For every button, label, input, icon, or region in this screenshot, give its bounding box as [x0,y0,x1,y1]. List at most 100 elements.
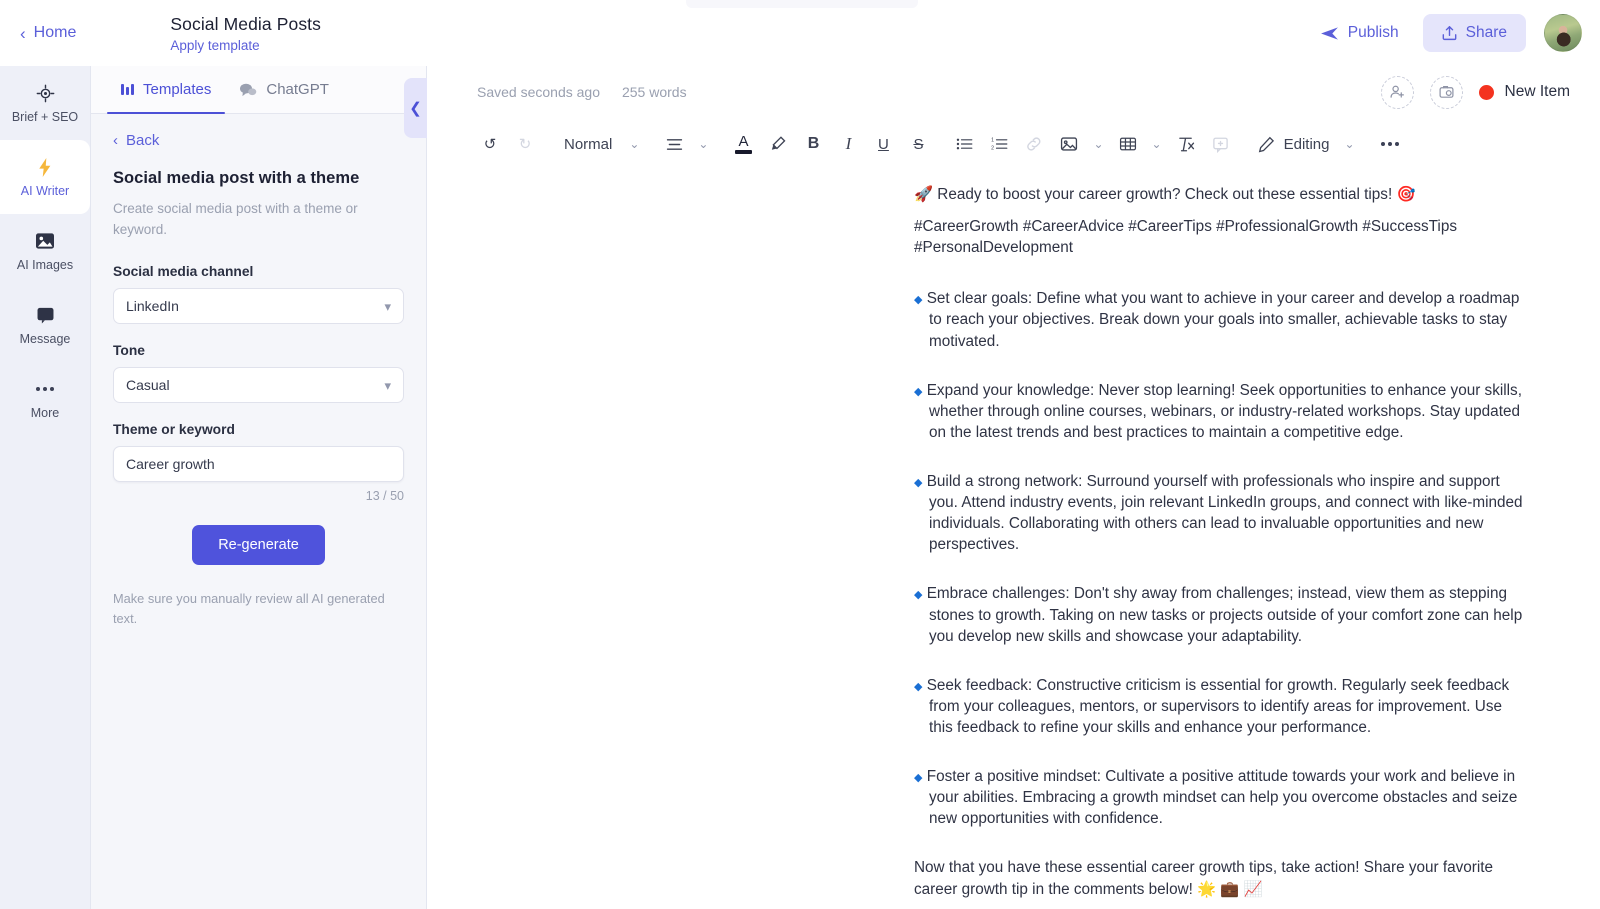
align-button[interactable] [657,127,691,161]
saved-status: Saved seconds ago [477,84,600,100]
text-color-button[interactable]: A [726,127,760,161]
image-chevron[interactable]: ⌄ [1087,127,1109,161]
underline-button[interactable]: U [866,127,900,161]
highlighter-icon [769,135,787,153]
text-style-select[interactable]: Normal [554,127,622,161]
rail-item-message[interactable]: Message [0,288,90,362]
add-person-icon [1389,84,1406,100]
send-icon [1320,26,1339,41]
doc-bullet: ◆ Seek feedback: Constructive criticism … [914,675,1525,738]
rail-label: AI Images [17,259,73,272]
insert-image-button[interactable] [1052,127,1086,161]
svg-text:1: 1 [991,138,994,144]
link-button[interactable] [1017,127,1051,161]
field-label: Social media channel [113,264,404,279]
theme-keyword-input[interactable]: Career growth [113,446,404,482]
bullet-marker: ◆ [914,772,922,784]
rail-item-ai-images[interactable]: AI Images [0,214,90,288]
publish-button[interactable]: Publish [1314,18,1405,48]
doc-bullet: ◆ Foster a positive mindset: Cultivate a… [914,766,1525,829]
social-channel-select[interactable]: LinkedIn ▾ [113,288,404,324]
editing-label: Editing [1284,136,1330,153]
bold-button[interactable]: B [796,127,830,161]
add-person-button[interactable] [1381,76,1414,109]
new-item-button[interactable]: New Item [1479,83,1570,101]
template-panel: Templates ChatGPT ❮ ‹ Back [91,66,427,909]
more-options-button[interactable] [1373,127,1407,161]
doc-bullet-text: Expand your knowledge: Never stop learni… [927,382,1522,441]
editor-toolbar: ↺ ↻ Normal ⌄ ⌄ A [427,118,1600,170]
add-image-button[interactable] [1430,76,1463,109]
chevron-left-icon: ❮ [409,99,422,117]
field-label: Tone [113,343,404,358]
insert-table-button[interactable] [1111,127,1145,161]
align-chevron[interactable]: ⌄ [692,127,714,161]
select-value: LinkedIn [126,298,179,314]
editing-chevron[interactable]: ⌄ [1338,127,1360,161]
apply-template-link[interactable]: Apply template [170,38,321,53]
doc-bullet-text: Set clear goals: Define what you want to… [927,290,1520,349]
add-image-icon [1438,84,1455,100]
numbered-list-button[interactable]: 1 2 [982,127,1016,161]
doc-bullet-text: Embrace challenges: Don't shy away from … [927,585,1523,644]
editor-status-bar: Saved seconds ago 255 words [427,66,1600,118]
rail-item-more[interactable]: More [0,362,90,436]
floating-strip [686,0,918,8]
rail-item-brief-seo[interactable]: Brief + SEO [0,66,90,140]
chevron-down-icon: ▾ [384,379,391,392]
bullet-marker: ◆ [914,589,922,601]
clear-format-button[interactable] [1169,127,1203,161]
select-value: Casual [126,377,170,393]
pencil-icon [1258,136,1275,153]
share-button[interactable]: Share [1423,14,1526,52]
doc-outro-paragraph: Now that you have these essential career… [914,857,1525,899]
italic-button[interactable]: I [831,127,865,161]
target-icon [36,82,55,104]
collapse-panel-button[interactable]: ❮ [404,78,427,138]
redo-button[interactable]: ↻ [508,127,542,161]
doc-bullet: ◆ Expand your knowledge: Never stop lear… [914,380,1525,443]
icon-rail: Brief + SEO AI Writer [0,66,91,909]
chevron-left-icon: ‹ [113,132,118,149]
bullet-marker: ◆ [914,477,922,489]
bullet-list-button[interactable] [947,127,981,161]
tone-select[interactable]: Casual ▾ [113,367,404,403]
lightning-icon [37,156,53,178]
ellipsis-icon [36,378,54,400]
chat-bubble-icon [36,304,55,326]
rail-label: AI Writer [21,185,69,198]
editor-status-actions: New Item [1381,76,1570,109]
doc-bullet-text: Foster a positive mindset: Cultivate a p… [927,768,1518,827]
editing-mode-button[interactable]: Editing [1250,127,1338,161]
avatar[interactable] [1544,14,1582,52]
doc-bullet: ◆ Build a strong network: Surround yours… [914,471,1525,555]
tab-chatgpt[interactable]: ChatGPT [225,66,343,113]
new-item-label: New Item [1505,83,1570,101]
home-link[interactable]: ‹ Home [0,24,94,42]
tab-templates[interactable]: Templates [107,66,225,113]
highlight-button[interactable] [761,127,795,161]
template-title: Social media post with a theme [113,169,404,188]
regenerate-wrapper: Re-generate [113,525,404,565]
clear-format-icon [1177,136,1195,153]
chevron-left-icon: ‹ [20,25,26,42]
table-chevron[interactable]: ⌄ [1146,127,1168,161]
comment-button[interactable] [1204,127,1238,161]
rail-label: Brief + SEO [12,111,78,124]
regenerate-button[interactable]: Re-generate [192,525,325,565]
strikethrough-button[interactable]: S [901,127,935,161]
text-style-chevron[interactable]: ⌄ [623,127,645,161]
panel-body: ‹ Back Social media post with a theme Cr… [91,114,426,909]
field-social-channel: Social media channel LinkedIn ▾ [113,264,404,324]
doc-bullet-text: Build a strong network: Surround yoursel… [927,473,1523,553]
back-button[interactable]: ‹ Back [113,132,404,149]
input-value: Career growth [126,456,215,472]
undo-button[interactable]: ↺ [473,127,507,161]
rail-item-ai-writer[interactable]: AI Writer [0,140,90,214]
back-label: Back [126,132,159,149]
top-bar-actions: Publish Share [1314,14,1600,52]
document-content[interactable]: 🚀 Ready to boost your career growth? Che… [427,184,1600,909]
document-scroll-area[interactable]: 🚀 Ready to boost your career growth? Che… [427,170,1600,909]
field-label: Theme or keyword [113,422,404,437]
comment-icon [1212,136,1229,153]
